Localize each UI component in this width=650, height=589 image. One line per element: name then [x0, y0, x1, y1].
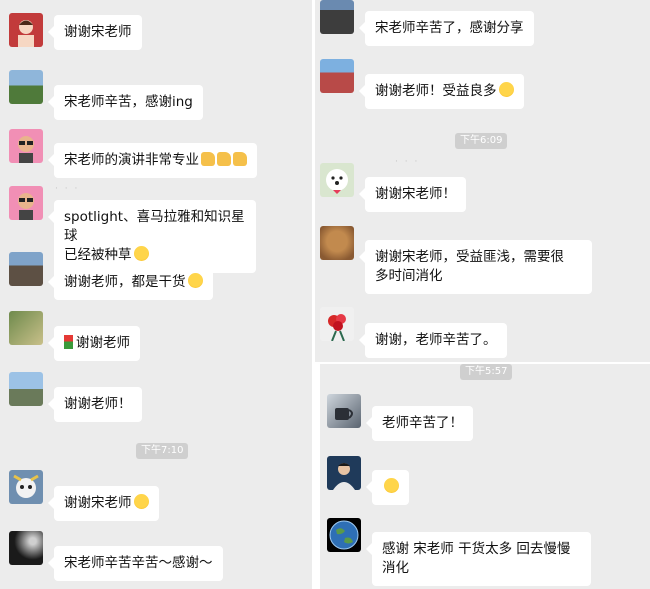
avatar[interactable] — [327, 518, 361, 552]
thumbs-up-icon — [217, 152, 231, 166]
avatar-cup-icon — [335, 408, 353, 420]
avatar[interactable] — [9, 372, 43, 406]
message-bubble[interactable]: 谢谢宋老师！ — [359, 177, 466, 212]
chat-message: 老师辛苦了！ — [327, 394, 473, 441]
smile-emoji-icon — [133, 494, 149, 509]
message-text: 谢谢宋老师！ — [375, 186, 456, 202]
message-text: 谢谢老师 — [76, 335, 130, 351]
message-text: 谢谢宋老师，受益匪浅，需要很 — [375, 249, 564, 265]
message-bubble[interactable]: 谢谢宋老师 — [48, 15, 142, 50]
avatar[interactable] — [327, 456, 361, 490]
chat-message: 谢谢老师，都是干货 — [9, 252, 213, 300]
message-bubble[interactable]: 谢谢老师 — [48, 326, 140, 361]
avatar[interactable] — [320, 226, 354, 260]
avatar-person-icon — [333, 463, 355, 490]
message-text: 谢谢老师！ — [64, 396, 132, 412]
timestamp-pill: 下午6:09 — [455, 133, 508, 149]
chat-message: 谢谢宋老师 — [9, 470, 159, 521]
message-bubble[interactable]: 谢谢老师，都是干货 — [48, 265, 213, 300]
message-bubble[interactable]: 谢谢，老师辛苦了。 — [359, 323, 507, 358]
avatar[interactable] — [9, 70, 43, 104]
chat-message: 谢谢宋老师！ — [320, 163, 466, 212]
message-bubble[interactable]: 谢谢老师！受益良多 — [359, 74, 524, 109]
chat-message: 谢谢老师！受益良多 — [320, 59, 524, 109]
avatar-rose-icon — [328, 314, 346, 341]
message-text: 谢谢宋老师 — [64, 495, 132, 511]
avatar[interactable] — [9, 186, 43, 220]
chat-panel-right-top: 宋老师辛苦了，感谢分享 谢谢老师！受益良多 下午6:09 · · · 谢谢宋老师… — [315, 0, 650, 362]
chat-message: 谢谢，老师辛苦了。 — [320, 307, 507, 358]
thinking-emoji-icon — [384, 478, 399, 493]
message-text: 谢谢老师！受益良多 — [375, 83, 497, 99]
avatar[interactable] — [9, 531, 43, 565]
chat-message — [327, 456, 409, 505]
avatar[interactable] — [320, 307, 354, 341]
chat-message: 感谢 宋老师 干货太多 回去慢慢 消化 — [327, 518, 591, 586]
avatar-cartoon-icon — [18, 136, 34, 163]
rose-icon — [64, 335, 73, 349]
message-bubble[interactable]: 老师辛苦了！ — [366, 406, 473, 441]
message-text: spotlight、喜马拉雅和知识星球 — [64, 209, 245, 244]
chat-message: 宋老师辛苦辛苦～感谢～ — [9, 531, 223, 581]
avatar[interactable] — [320, 59, 354, 93]
avatar-cartoon-icon — [13, 474, 39, 498]
avatar[interactable] — [9, 470, 43, 504]
avatar-cartoon-icon — [18, 193, 34, 220]
message-bubble[interactable]: 宋老师辛苦，感谢ing — [48, 85, 203, 120]
message-bubble[interactable]: 宋老师辛苦了，感谢分享 — [359, 11, 534, 46]
chat-message: 宋老师辛苦，感谢ing — [9, 70, 203, 120]
avatar-dog-icon — [326, 169, 348, 194]
chat-message: 宋老师辛苦了，感谢分享 — [320, 0, 534, 46]
message-bubble[interactable] — [366, 470, 409, 505]
avatar[interactable] — [320, 0, 354, 34]
message-text: 消化 — [382, 560, 409, 576]
timestamp-pill: 下午5:57 — [460, 364, 513, 380]
thinking-emoji-icon — [187, 273, 203, 288]
chat-panel-left: 谢谢宋老师 宋老师辛苦，感谢ing 宋老师的演讲非常专业 · · · spotl… — [0, 0, 312, 589]
message-text: 宋老师的演讲非常专业 — [64, 152, 199, 168]
avatar[interactable] — [9, 13, 43, 47]
avatar-person-icon — [18, 20, 34, 47]
chat-message: 谢谢宋老师 — [9, 13, 142, 50]
message-text: 宋老师辛苦，感谢ing — [64, 94, 193, 110]
avatar-earth-icon — [329, 520, 359, 550]
message-text: 感谢 宋老师 干货太多 回去慢慢 — [382, 541, 571, 557]
chat-message: 宋老师的演讲非常专业 — [9, 129, 257, 178]
message-text: 宋老师辛苦了，感谢分享 — [375, 20, 524, 36]
avatar[interactable] — [9, 311, 43, 345]
message-bubble[interactable]: 谢谢老师！ — [48, 387, 142, 422]
avatar[interactable] — [320, 163, 354, 197]
message-text: 宋老师辛苦辛苦～感谢～ — [64, 555, 213, 571]
timestamp-pill: 下午7:10 — [136, 443, 189, 459]
avatar[interactable] — [327, 394, 361, 428]
avatar[interactable] — [9, 252, 43, 286]
thumbs-up-icon — [233, 152, 247, 166]
chat-message: 谢谢老师！ — [9, 372, 142, 422]
message-bubble[interactable]: 宋老师辛苦辛苦～感谢～ — [48, 546, 223, 581]
message-bubble[interactable]: 感谢 宋老师 干货太多 回去慢慢 消化 — [366, 532, 591, 586]
chat-message: 谢谢老师 — [9, 311, 140, 361]
thumbs-up-icon — [201, 152, 215, 166]
message-text: 谢谢，老师辛苦了。 — [375, 332, 497, 348]
message-text: 老师辛苦了！ — [382, 415, 463, 431]
message-text: 谢谢老师，都是干货 — [64, 274, 186, 290]
message-text: 多时间消化 — [375, 268, 443, 284]
message-bubble[interactable]: 谢谢宋老师 — [48, 486, 159, 521]
chat-message: 谢谢宋老师，受益匪浅，需要很 多时间消化 — [320, 226, 592, 294]
avatar[interactable] — [9, 129, 43, 163]
message-text: 谢谢宋老师 — [64, 24, 132, 40]
smile-emoji-icon — [498, 82, 514, 97]
message-bubble[interactable]: 宋老师的演讲非常专业 — [48, 143, 257, 178]
message-bubble[interactable]: 谢谢宋老师，受益匪浅，需要很 多时间消化 — [359, 240, 592, 294]
chat-panel-right-bottom: 下午5:57 老师辛苦了！ 感谢 宋老师 干货太多 回去慢慢 消化 — [320, 364, 650, 589]
